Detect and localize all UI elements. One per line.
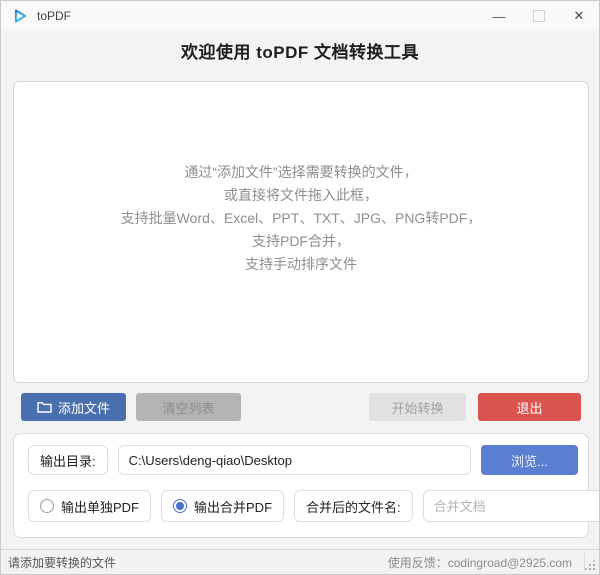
- window-title: toPDF: [37, 9, 71, 23]
- folder-icon: [37, 401, 52, 413]
- browse-button[interactable]: 浏览...: [481, 445, 578, 475]
- minimize-button[interactable]: —: [479, 1, 519, 31]
- close-button[interactable]: ✕: [559, 1, 599, 31]
- status-message: 请添加要转换的文件: [8, 554, 116, 571]
- output-dir-label: 输出目录:: [28, 445, 108, 475]
- drop-instructions: 通过“添加文件”选择需要转换的文件， 或直接将文件拖入此框， 支持批量Word、…: [121, 161, 482, 276]
- merge-filename-label: 合并后的文件名:: [294, 490, 413, 522]
- exit-button[interactable]: 退出: [478, 393, 581, 421]
- page-title: 欢迎使用 toPDF 文档转换工具: [1, 38, 599, 63]
- add-files-label: 添加文件: [58, 398, 110, 417]
- window-controls: — ✕: [479, 1, 599, 31]
- drop-line: 支持PDF合并，: [121, 230, 482, 253]
- drop-line: 或直接将文件拖入此框，: [121, 184, 482, 207]
- drop-line: 通过“添加文件”选择需要转换的文件，: [121, 161, 482, 184]
- drop-line: 支持批量Word、Excel、PPT、TXT、JPG、PNG转PDF，: [121, 207, 482, 230]
- output-dir-row: 输出目录: 浏览...: [28, 445, 578, 475]
- radio-unchecked-icon: [40, 499, 54, 513]
- add-files-button[interactable]: 添加文件: [21, 393, 126, 421]
- radio-merge-pdf[interactable]: 输出合并PDF: [161, 490, 284, 522]
- drop-line: 支持手动排序文件: [121, 253, 482, 276]
- maximize-button[interactable]: [519, 1, 559, 31]
- clear-list-button[interactable]: 清空列表: [136, 393, 241, 421]
- radio-checked-icon: [173, 499, 187, 513]
- resize-grip[interactable]: [583, 558, 595, 570]
- radio-single-pdf[interactable]: 输出单独PDF: [28, 490, 151, 522]
- file-drop-area[interactable]: 通过“添加文件”选择需要转换的文件， 或直接将文件拖入此框， 支持批量Word、…: [13, 81, 589, 383]
- output-dir-input[interactable]: [118, 445, 471, 475]
- app-logo-icon: [11, 7, 29, 25]
- start-convert-button[interactable]: 开始转换: [369, 393, 466, 421]
- radio-merge-label: 输出合并PDF: [194, 497, 272, 516]
- output-mode-row: 输出单独PDF 输出合并PDF 合并后的文件名:: [28, 490, 578, 522]
- title-bar: toPDF — ✕: [1, 1, 599, 31]
- merge-filename-input[interactable]: [423, 490, 600, 522]
- radio-single-label: 输出单独PDF: [61, 497, 139, 516]
- output-settings-panel: 输出目录: 浏览... 输出单独PDF 输出合并PDF 合并后的文件名:: [13, 433, 589, 538]
- status-bar: 请添加要转换的文件 使用反馈：codingroad@2925.com: [1, 549, 599, 574]
- maximize-icon: [533, 10, 545, 22]
- app-window: toPDF — ✕ 欢迎使用 toPDF 文档转换工具 通过“添加文件”选择需要…: [0, 0, 600, 575]
- feedback-text: 使用反馈：codingroad@2925.com: [388, 554, 572, 571]
